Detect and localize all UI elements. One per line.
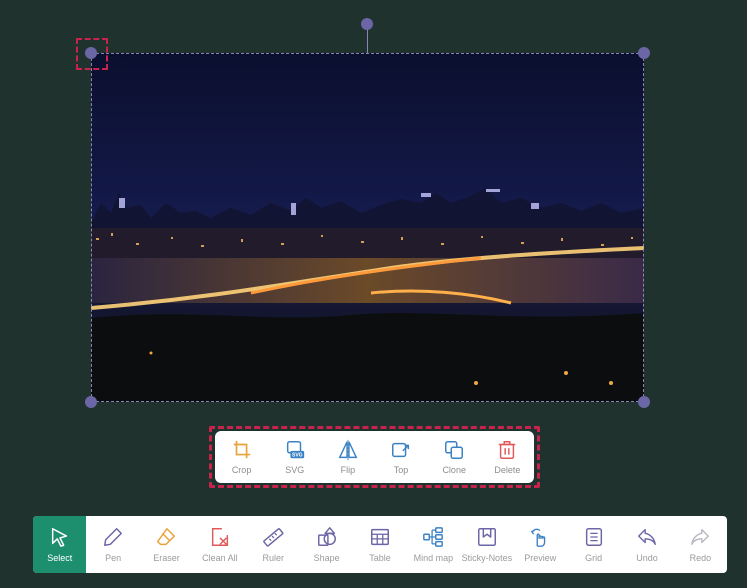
resize-handle-bottom-left[interactable] [85, 396, 97, 408]
main-toolbar: Select Pen Eraser Clean All Ruler Shape … [33, 516, 727, 573]
sticky-note-icon [477, 528, 496, 546]
redo-icon [691, 528, 710, 546]
tool-undo-label: Undo [636, 553, 658, 563]
tool-ruler-label: Ruler [262, 553, 285, 563]
crop-button[interactable]: Crop [216, 439, 268, 475]
tool-shape[interactable]: Shape [300, 516, 353, 573]
shape-icon [317, 527, 336, 546]
clone-icon [445, 441, 464, 459]
clone-button[interactable]: Clone [428, 439, 480, 475]
trash-icon [499, 441, 516, 459]
tool-clean-all[interactable]: Clean All [193, 516, 246, 573]
flip-icon [338, 439, 358, 461]
pen-icon [104, 528, 123, 546]
top-button[interactable]: Top [375, 439, 427, 475]
resize-handle-bottom-right[interactable] [638, 396, 650, 408]
svg-button[interactable]: SVG SVG [269, 439, 321, 475]
undo-icon [638, 528, 656, 546]
delete-button[interactable]: Delete [481, 439, 533, 475]
tool-table-label: Table [369, 553, 391, 563]
tool-redo[interactable]: Redo [674, 516, 727, 573]
context-toolbar: Crop SVG SVG Flip Top Clone Delete [215, 431, 534, 483]
tool-table[interactable]: Table [353, 516, 406, 573]
ruler-icon [263, 528, 284, 547]
tool-clean-all-label: Clean All [202, 553, 238, 563]
bring-to-top-icon [392, 442, 410, 458]
rotate-handle[interactable] [361, 18, 373, 30]
resize-handle-top-right[interactable] [638, 47, 650, 59]
clone-label: Clone [442, 465, 466, 475]
tool-grid[interactable]: Grid [567, 516, 620, 573]
preview-hand-icon [530, 528, 546, 547]
tool-pen-label: Pen [105, 553, 122, 563]
tool-select-label: Select [47, 553, 73, 563]
selection-frame [91, 53, 644, 402]
crop-label: Crop [231, 465, 252, 475]
tool-mind-map-label: Mind map [413, 553, 454, 563]
tool-preview-label: Preview [524, 553, 557, 563]
tool-pen[interactable]: Pen [86, 516, 139, 573]
crop-icon [233, 440, 250, 459]
grid-icon [585, 528, 602, 546]
flip-label: Flip [340, 465, 356, 475]
highlight-top-left-handle [76, 38, 108, 70]
table-icon [371, 528, 390, 546]
tool-shape-label: Shape [313, 553, 340, 563]
cursor-icon [51, 528, 67, 547]
tool-select[interactable]: Select [33, 516, 87, 573]
tool-mind-map[interactable]: Mind map [407, 516, 460, 573]
tool-sticky-notes[interactable]: Sticky-Notes [460, 516, 513, 573]
tool-grid-label: Grid [585, 553, 603, 563]
mind-map-icon [423, 527, 444, 547]
eraser-icon [157, 528, 176, 546]
tool-eraser[interactable]: Eraser [140, 516, 193, 573]
tool-ruler[interactable]: Ruler [247, 516, 300, 573]
svg-export-icon: SVG [286, 441, 304, 459]
tool-sticky-notes-label: Sticky-Notes [461, 553, 513, 563]
flip-button[interactable]: Flip [322, 439, 374, 475]
tool-preview[interactable]: Preview [514, 516, 567, 573]
svg-badge-text: SVG [292, 453, 303, 459]
top-label: Top [393, 465, 409, 475]
tool-undo[interactable]: Undo [620, 516, 673, 573]
clean-all-icon [211, 528, 228, 546]
delete-label: Delete [494, 465, 521, 475]
tool-redo-label: Redo [689, 553, 712, 563]
tool-eraser-label: Eraser [153, 553, 180, 563]
svg-label: SVG [285, 465, 305, 475]
whiteboard-canvas[interactable]: Crop SVG SVG Flip Top Clone Delete Selec… [0, 0, 747, 588]
